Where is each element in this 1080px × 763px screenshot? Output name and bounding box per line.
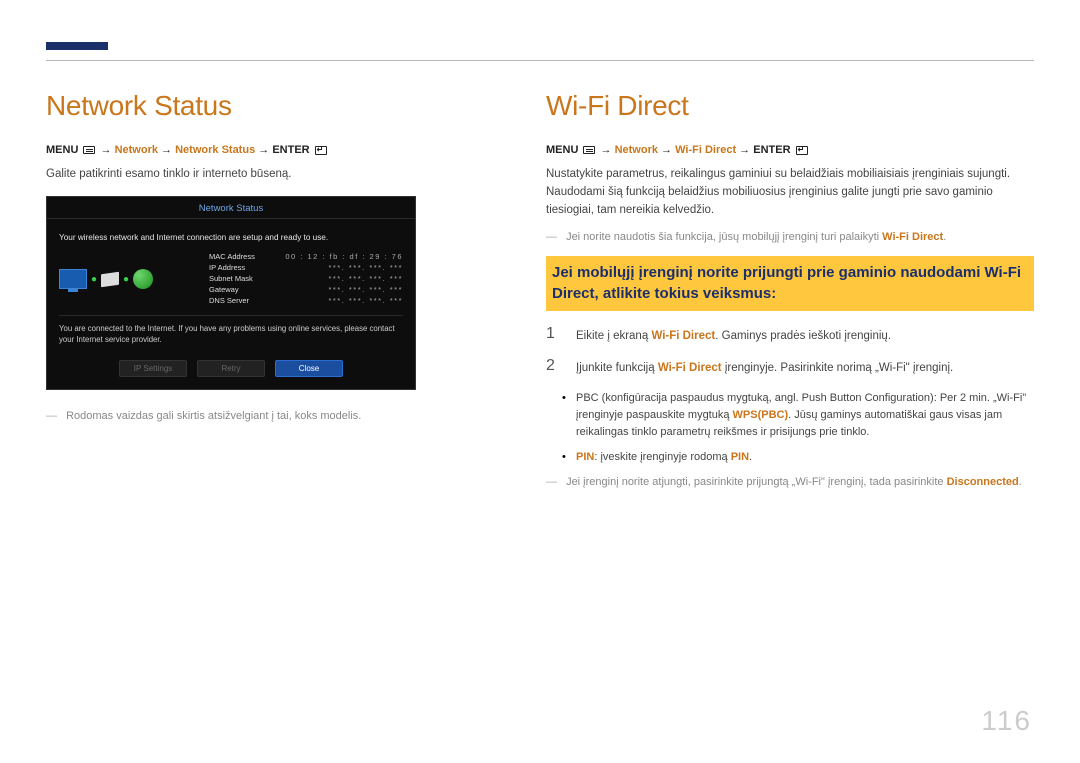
dns-value: ***. ***. ***. *** <box>328 296 403 305</box>
breadcrumb-segment: Network Status <box>175 144 255 156</box>
footnote-text: Rodomas vaizdas gali skirtis atsižvelgia… <box>66 410 361 422</box>
enter-label: ENTER <box>753 144 790 156</box>
table-row: IP Address ***. ***. ***. *** <box>209 263 403 272</box>
breadcrumb-segment: Network <box>115 144 158 156</box>
dialog-title: Network Status <box>47 197 415 219</box>
text: : įveskite įrenginyje rodomą <box>594 451 730 463</box>
step-list: 1 Eikite į ekraną Wi-Fi Direct. Gaminys … <box>546 325 1034 378</box>
ip-value: ***. ***. ***. *** <box>328 263 403 272</box>
step-text: Įjunkite funkciją Wi-Fi Direct įrenginyj… <box>576 357 953 377</box>
wifi-direct-term: Wi-Fi Direct <box>651 330 715 342</box>
highlight-panel: Jei mobilųjį įrenginį norite prijungti p… <box>546 256 1034 311</box>
dialog-divider <box>59 315 403 316</box>
menu-label: MENU <box>546 144 578 156</box>
header-accent-bar <box>46 42 108 50</box>
mask-label: Subnet Mask <box>209 274 253 283</box>
table-row: DNS Server ***. ***. ***. *** <box>209 296 403 305</box>
footnote: Jei įrenginį norite atjungti, pasirinkit… <box>546 474 1034 491</box>
gw-value: ***. ***. ***. *** <box>328 285 403 294</box>
text: įrenginyje. Pasirinkite norimą „Wi-Fi" į… <box>722 362 954 374</box>
link-dot-icon: ● <box>91 274 97 285</box>
mask-value: ***. ***. ***. *** <box>328 274 403 283</box>
ip-label: IP Address <box>209 263 245 272</box>
pin-term: PIN <box>731 451 749 463</box>
network-info-table: MAC Address 00 : 12 : fb : df : 29 : 76 I… <box>209 252 403 307</box>
dialog-row: ● ● MAC Address 00 : 12 : fb : df : 29 : … <box>59 252 403 307</box>
text: Įjunkite funkciją <box>576 362 658 374</box>
page-number: 116 <box>981 705 1032 737</box>
footnote-text: Jei norite naudotis šia funkcija, jūsų m… <box>566 231 882 243</box>
table-row: Gateway ***. ***. ***. *** <box>209 285 403 294</box>
highlight-heading: Jei mobilųjį įrenginį norite prijungti p… <box>552 263 1028 304</box>
enter-icon <box>796 146 808 155</box>
monitor-icon <box>59 269 87 289</box>
menu-label: MENU <box>46 144 78 156</box>
connection-graphic: ● ● <box>59 252 199 307</box>
header-divider <box>46 60 1034 61</box>
retry-button[interactable]: Retry <box>197 360 265 377</box>
dns-label: DNS Server <box>209 296 249 305</box>
wps-pbc-term: WPS(PBC) <box>733 409 789 421</box>
disconnected-term: Disconnected <box>947 476 1019 488</box>
table-row: MAC Address 00 : 12 : fb : df : 29 : 76 <box>209 252 403 261</box>
step-number: 1 <box>546 325 562 343</box>
section-heading-network-status: Network Status <box>46 90 506 122</box>
footnote: Rodomas vaizdas gali skirtis atsižvelgia… <box>46 408 506 425</box>
breadcrumb-wifi-direct: MENU → Network → Wi-Fi Direct → ENTER <box>546 144 1034 156</box>
footnote-text: . <box>1019 476 1022 488</box>
section-heading-wifi-direct: Wi-Fi Direct <box>546 90 1034 122</box>
network-status-dialog: Network Status Your wireless network and… <box>46 196 416 390</box>
breadcrumb-network-status: MENU → Network → Network Status → ENTER <box>46 144 506 156</box>
left-column: Network Status MENU → Network → Network … <box>46 90 506 499</box>
breadcrumb-segment: Wi-Fi Direct <box>675 144 736 156</box>
footnote-text: . <box>943 231 946 243</box>
wifi-direct-term: Wi-Fi Direct <box>658 362 722 374</box>
dialog-button-row: IP Settings Retry Close <box>59 360 403 377</box>
footnote: Jei norite naudotis šia funkcija, jūsų m… <box>546 229 1034 246</box>
bullet-list: PBC (konfigūracija paspaudus mygtuką, an… <box>560 390 1034 466</box>
text: Eikite į ekraną <box>576 330 651 342</box>
footnote-text: Jei įrenginį norite atjungti, pasirinkit… <box>566 476 947 488</box>
table-row: Subnet Mask ***. ***. ***. *** <box>209 274 403 283</box>
mac-label: MAC Address <box>209 252 255 261</box>
step-text: Eikite į ekraną Wi-Fi Direct. Gaminys pr… <box>576 325 891 345</box>
dialog-message: Your wireless network and Internet conne… <box>59 233 403 242</box>
gw-label: Gateway <box>209 285 239 294</box>
router-icon <box>101 272 119 288</box>
menu-icon <box>583 146 595 154</box>
paragraph: Nustatykite parametrus, reikalingus gami… <box>546 166 1034 219</box>
ip-settings-button[interactable]: IP Settings <box>119 360 187 377</box>
bullet-pbc: PBC (konfigūracija paspaudus mygtuką, an… <box>560 390 1034 441</box>
mac-value: 00 : 12 : fb : df : 29 : 76 <box>285 252 403 261</box>
enter-label: ENTER <box>272 144 309 156</box>
paragraph: Galite patikrinti esamo tinklo ir intern… <box>46 166 506 184</box>
link-dot-icon: ● <box>123 274 129 285</box>
right-column: Wi-Fi Direct MENU → Network → Wi-Fi Dire… <box>546 90 1034 499</box>
step-2: 2 Įjunkite funkciją Wi-Fi Direct įrengin… <box>546 357 1034 377</box>
page-content: Network Status MENU → Network → Network … <box>46 90 1034 499</box>
text: . <box>749 451 752 463</box>
close-button[interactable]: Close <box>275 360 343 377</box>
enter-icon <box>315 146 327 155</box>
breadcrumb-segment: Network <box>615 144 658 156</box>
wifi-direct-term: Wi-Fi Direct <box>882 231 943 243</box>
step-number: 2 <box>546 357 562 375</box>
pin-term: PIN <box>576 451 594 463</box>
dialog-body: Your wireless network and Internet conne… <box>47 219 415 389</box>
text: . Gaminys pradės ieškoti įrenginių. <box>715 330 891 342</box>
step-1: 1 Eikite į ekraną Wi-Fi Direct. Gaminys … <box>546 325 1034 345</box>
globe-icon <box>133 269 153 289</box>
menu-icon <box>83 146 95 154</box>
dialog-footnote: You are connected to the Internet. If yo… <box>59 324 403 346</box>
bullet-pin: PIN: įveskite įrenginyje rodomą PIN. <box>560 449 1034 466</box>
